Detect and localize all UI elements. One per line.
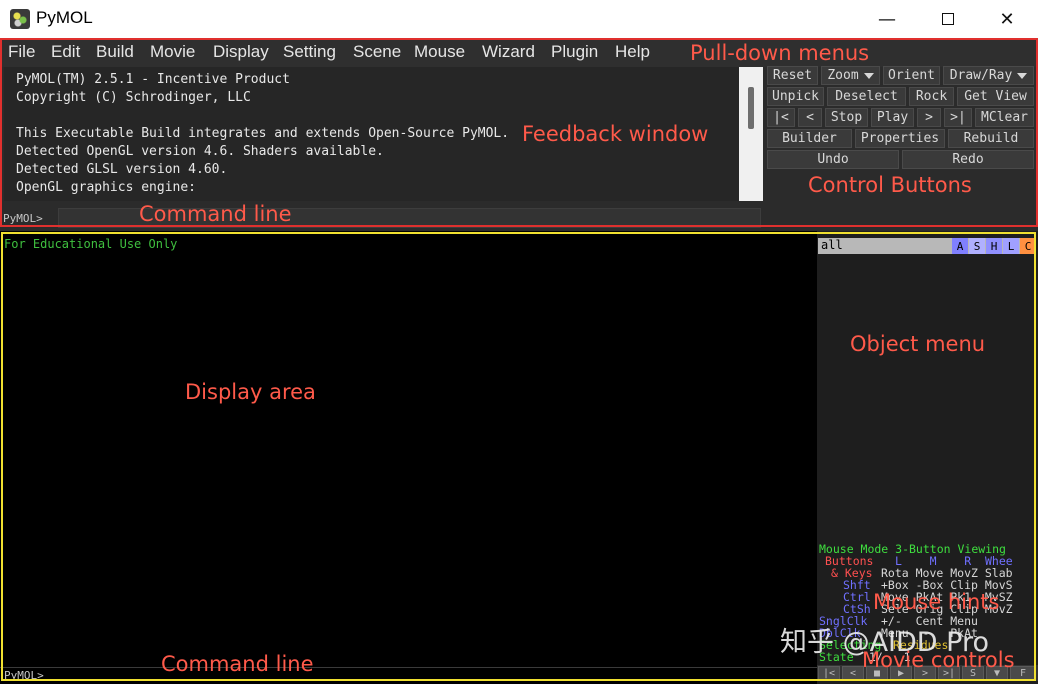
menu-scene[interactable]: Scene bbox=[353, 42, 401, 62]
play-label: Play bbox=[876, 110, 909, 125]
back-button[interactable]: < bbox=[798, 108, 822, 127]
feedback-line: OpenGL graphics engine: bbox=[16, 180, 197, 195]
color-button[interactable]: C bbox=[1020, 238, 1036, 254]
movie-back-button[interactable]: < bbox=[842, 666, 864, 680]
menu-display[interactable]: Display bbox=[213, 42, 269, 62]
command-prompt: PyMOL> bbox=[4, 669, 44, 682]
redo-button[interactable]: Redo bbox=[902, 150, 1034, 169]
orient-button[interactable]: Orient bbox=[883, 66, 940, 85]
menu-edit[interactable]: Edit bbox=[51, 42, 80, 62]
forward-label: > bbox=[925, 110, 933, 125]
action-button[interactable]: A bbox=[952, 238, 968, 254]
mclear-label: MClear bbox=[981, 110, 1028, 125]
hide-button[interactable]: H bbox=[986, 238, 1002, 254]
chevron-down-icon bbox=[863, 72, 874, 79]
orient-label: Orient bbox=[888, 68, 935, 83]
educational-use-notice: For Educational Use Only bbox=[4, 237, 178, 251]
draw-ray-button[interactable]: Draw/Ray bbox=[943, 66, 1034, 85]
rebuild-button[interactable]: Rebuild bbox=[948, 129, 1034, 148]
display-viewport[interactable]: For Educational Use Only PyMOL> bbox=[0, 231, 817, 684]
unpick-label: Unpick bbox=[772, 89, 819, 104]
annotation-mouse-hints: Mouse hints bbox=[873, 590, 1000, 614]
rebuild-label: Rebuild bbox=[963, 131, 1019, 146]
mclear-button[interactable]: MClear bbox=[975, 108, 1034, 127]
reset-button[interactable]: Reset bbox=[767, 66, 818, 85]
end-button[interactable]: >| bbox=[944, 108, 972, 127]
stop-label: Stop bbox=[830, 110, 863, 125]
command-prompt: PyMOL> bbox=[3, 212, 43, 225]
menu-movie[interactable]: Movie bbox=[150, 42, 195, 62]
feedback-scrollbar[interactable] bbox=[739, 67, 763, 201]
properties-label: Properties bbox=[860, 131, 940, 146]
menu-wizard[interactable]: Wizard bbox=[482, 42, 535, 62]
chevron-down-icon bbox=[1017, 72, 1028, 79]
get-view-label: Get View bbox=[964, 89, 1027, 104]
window-title-bar: PyMOL — ✕ bbox=[0, 0, 1038, 38]
play-button[interactable]: Play bbox=[871, 108, 914, 127]
feedback-line: PyMOL(TM) 2.5.1 - Incentive Product bbox=[16, 72, 290, 87]
deselect-button[interactable]: Deselect bbox=[827, 87, 906, 106]
builder-button[interactable]: Builder bbox=[767, 129, 852, 148]
end-label: >| bbox=[950, 110, 966, 125]
redo-label: Redo bbox=[952, 152, 984, 167]
builder-label: Builder bbox=[782, 131, 837, 146]
annotation-display-area: Display area bbox=[185, 380, 316, 404]
feedback-line: Detected GLSL version 4.60. bbox=[16, 162, 228, 177]
draw-ray-label: Draw/Ray bbox=[949, 68, 1013, 83]
label-button[interactable]: L bbox=[1003, 238, 1019, 254]
undo-button[interactable]: Undo bbox=[767, 150, 899, 169]
annotation-control-buttons: Control Buttons bbox=[808, 173, 972, 197]
feedback-line: Detected OpenGL version 4.6. Shaders ava… bbox=[16, 144, 384, 159]
command-line-lower[interactable]: PyMOL> bbox=[0, 667, 817, 682]
menu-mouse[interactable]: Mouse bbox=[414, 42, 465, 62]
rewind-button[interactable]: |< bbox=[767, 108, 795, 127]
menu-help[interactable]: Help bbox=[615, 42, 650, 62]
pymol-logo-icon bbox=[10, 9, 30, 29]
deselect-label: Deselect bbox=[835, 89, 898, 104]
menu-plugin[interactable]: Plugin bbox=[551, 42, 598, 62]
unpick-button[interactable]: Unpick bbox=[767, 87, 824, 106]
zoom-button[interactable]: Zoom bbox=[821, 66, 880, 85]
stop-button[interactable]: Stop bbox=[825, 108, 868, 127]
feedback-line: Copyright (C) Schrodinger, LLC bbox=[16, 90, 251, 105]
feedback-line: This Executable Build integrates and ext… bbox=[16, 126, 510, 141]
rock-button[interactable]: Rock bbox=[909, 87, 954, 106]
object-name: all bbox=[821, 238, 843, 252]
rock-label: Rock bbox=[915, 89, 948, 104]
show-button[interactable]: S bbox=[969, 238, 985, 254]
back-label: < bbox=[806, 110, 814, 125]
command-line-upper: PyMOL> bbox=[0, 208, 762, 228]
annotation-object-menu: Object menu bbox=[850, 332, 986, 356]
annotation-command-line-lower: Command line bbox=[161, 652, 314, 676]
annotation-pulldown-menus: Pull-down menus bbox=[690, 41, 870, 65]
forward-button[interactable]: > bbox=[917, 108, 941, 127]
menu-setting[interactable]: Setting bbox=[283, 42, 336, 62]
properties-button[interactable]: Properties bbox=[855, 129, 945, 148]
annotation-command-line-upper: Command line bbox=[139, 202, 292, 226]
maximize-icon bbox=[942, 13, 954, 25]
undo-label: Undo bbox=[817, 152, 849, 167]
annotation-feedback-window: Feedback window bbox=[522, 122, 709, 146]
maximize-button[interactable] bbox=[925, 6, 971, 32]
reset-label: Reset bbox=[772, 68, 813, 83]
minimize-button[interactable]: — bbox=[864, 6, 910, 32]
object-panel: all A S H L C Mouse Mode 3-Button Viewin… bbox=[817, 231, 1038, 684]
menu-file[interactable]: File bbox=[8, 42, 35, 62]
get-view-button[interactable]: Get View bbox=[957, 87, 1034, 106]
scrollbar-thumb[interactable] bbox=[748, 87, 754, 129]
window-title: PyMOL bbox=[36, 8, 93, 27]
rewind-label: |< bbox=[773, 110, 789, 125]
close-button[interactable]: ✕ bbox=[984, 6, 1030, 32]
watermark: 知乎 @AIDD Pro bbox=[780, 627, 990, 658]
object-row-all[interactable]: all A S H L C bbox=[818, 238, 1036, 254]
menu-build[interactable]: Build bbox=[96, 42, 134, 62]
zoom-label: Zoom bbox=[827, 68, 859, 83]
menu-bar: File Edit Build Movie Display Setting Sc… bbox=[0, 38, 1038, 67]
movie-rewind-button[interactable]: |< bbox=[818, 666, 840, 680]
